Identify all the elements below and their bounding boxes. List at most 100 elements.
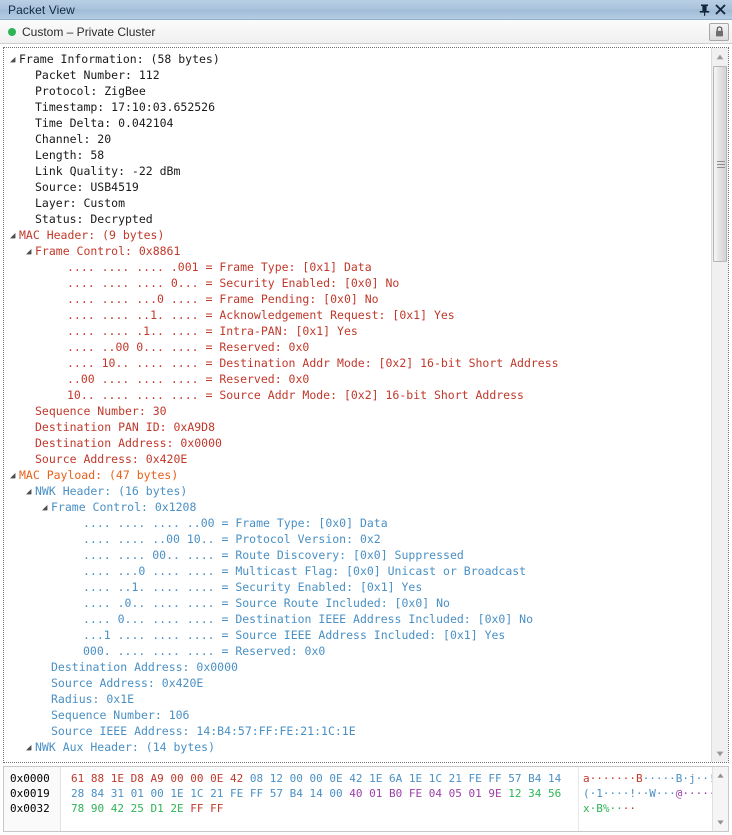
hex-byte[interactable]: 01 (469, 787, 482, 800)
hex-byte[interactable]: FE (409, 787, 422, 800)
hex-byte[interactable]: FE (230, 787, 243, 800)
hex-byte[interactable]: 1C (190, 787, 203, 800)
hex-ascii-char[interactable]: · (656, 772, 663, 785)
hex-byte[interactable]: A9 (151, 772, 164, 785)
hex-byte[interactable]: 1E (170, 787, 183, 800)
hex-ascii-char[interactable]: · (616, 772, 623, 785)
hex-dump-pane[interactable]: 0x00000x00190x0032 61 88 1E D8 A9 00 00 … (3, 766, 729, 832)
hex-byte[interactable]: 0E (329, 772, 342, 785)
expander-triangle-icon[interactable]: ◢ (10, 228, 19, 244)
hex-ascii-char[interactable]: · (603, 772, 610, 785)
hex-byte[interactable]: 00 (290, 772, 303, 785)
pin-icon[interactable] (696, 2, 712, 18)
expander-triangle-icon[interactable]: ◢ (10, 52, 19, 68)
hex-ascii-row[interactable]: a·······B·····B·j··!··W·· (583, 771, 728, 786)
packet-detail-tree[interactable]: ◢Frame Information: (58 bytes) Packet Nu… (3, 47, 729, 763)
expander-triangle-icon[interactable]: ◢ (26, 740, 35, 756)
hex-ascii-char[interactable]: · (669, 787, 676, 800)
hex-ascii-char[interactable]: · (649, 772, 656, 785)
tree-node-leaf[interactable]: .... ...0 .... .... = Multicast Flag: [0… (4, 563, 711, 579)
hex-byte[interactable]: 31 (111, 787, 124, 800)
tree-node-leaf[interactable]: .... .... .... 0... = Security Enabled: … (4, 275, 711, 291)
hex-ascii-char[interactable]: ! (629, 787, 636, 800)
tree-node-expandable[interactable]: ◢Frame Control: 0x1208 (4, 499, 711, 515)
hex-byte[interactable]: D1 (151, 802, 164, 815)
hex-byte[interactable]: FF (488, 772, 501, 785)
hex-byte[interactable]: 57 (270, 787, 283, 800)
scroll-down-arrow-icon[interactable] (713, 815, 728, 830)
tree-node-leaf[interactable]: .... 0... .... .... = Destination IEEE A… (4, 611, 711, 627)
hex-ascii-char[interactable]: % (603, 802, 610, 815)
tree-node-expandable[interactable]: ◢NWK Aux Header: (14 bytes) (4, 739, 711, 755)
expander-triangle-icon[interactable]: ◢ (26, 244, 35, 260)
hex-byte[interactable]: 00 (151, 787, 164, 800)
hex-ascii-char[interactable]: · (616, 802, 623, 815)
tree-node-leaf[interactable]: Source Address: 0x420E (4, 451, 711, 467)
tree-node-leaf[interactable]: Link Quality: -22 dBm (4, 163, 711, 179)
tree-node-leaf[interactable]: ...1 .... .... .... = Source IEEE Addres… (4, 627, 711, 643)
tree-node-leaf[interactable]: Layer: Custom (4, 195, 711, 211)
hex-ascii-char[interactable]: a (583, 772, 590, 785)
hex-byte[interactable]: 00 (329, 787, 342, 800)
hex-byte[interactable]: 88 (91, 772, 104, 785)
hex-byte[interactable]: 08 (250, 772, 263, 785)
hex-byte[interactable]: 84 (91, 787, 104, 800)
hex-ascii-char[interactable]: x (583, 802, 590, 815)
hex-byte[interactable]: FF (250, 787, 263, 800)
hex-ascii-char[interactable]: ( (583, 787, 590, 800)
tree-node-leaf[interactable]: Protocol: ZigBee (4, 83, 711, 99)
hex-ascii-char[interactable]: W (649, 787, 656, 800)
tree-node-leaf[interactable]: Length: 58 (4, 147, 711, 163)
tree-node-leaf[interactable]: Channel: 20 (4, 131, 711, 147)
hex-byte[interactable]: 2E (170, 802, 183, 815)
hex-byte[interactable]: 04 (429, 787, 442, 800)
hex-byte[interactable]: 42 (230, 772, 243, 785)
tree-node-leaf[interactable]: .... 10.. .... .... = Destination Addr M… (4, 355, 711, 371)
tree-node-leaf[interactable]: Source: USB4519 (4, 179, 711, 195)
hex-byte[interactable]: FF (190, 802, 203, 815)
hex-byte[interactable]: 57 (508, 772, 521, 785)
tree-node-leaf[interactable]: .... .... ..00 10.. = Protocol Version: … (4, 531, 711, 547)
tree-node-leaf[interactable]: Time Delta: 0.042104 (4, 115, 711, 131)
tree-node-leaf[interactable]: 10.. .... .... .... = Source Addr Mode: … (4, 387, 711, 403)
hex-ascii-row[interactable]: x·B%···· (583, 801, 728, 816)
lock-button[interactable] (709, 23, 729, 41)
hex-byte[interactable]: 42 (111, 802, 124, 815)
hex-byte[interactable]: 90 (91, 802, 104, 815)
hex-ascii-char[interactable]: · (603, 787, 610, 800)
tree-node-leaf[interactable]: Status: Decrypted (4, 211, 711, 227)
hex-byte[interactable]: 21 (210, 787, 223, 800)
tree-node-leaf[interactable]: 000. .... .... .... = Reserved: 0x0 (4, 643, 711, 659)
hex-byte[interactable]: 14 (548, 772, 561, 785)
close-icon[interactable] (712, 2, 728, 18)
hex-byte[interactable]: 01 (131, 787, 144, 800)
hex-byte[interactable]: 40 (349, 787, 362, 800)
tree-node-leaf[interactable]: Destination Address: 0x0000 (4, 435, 711, 451)
tree-node-leaf[interactable]: Sequence Number: 30 (4, 403, 711, 419)
tree-node-leaf[interactable]: .... .... ..1. .... = Acknowledgement Re… (4, 307, 711, 323)
hex-byte[interactable]: 1E (369, 772, 382, 785)
tree-node-expandable[interactable]: ◢MAC Payload: (47 bytes) (4, 467, 711, 483)
hex-byte[interactable]: 78 (71, 802, 84, 815)
hex-byte[interactable]: 61 (71, 772, 84, 785)
tree-node-leaf[interactable]: Destination PAN ID: 0xA9D8 (4, 419, 711, 435)
hex-byte-row[interactable]: 78 90 42 25 D1 2E FF FF (71, 801, 578, 816)
scroll-up-arrow-icon[interactable] (713, 768, 728, 783)
hex-byte[interactable]: FF (210, 802, 223, 815)
hex-byte[interactable]: 01 (369, 787, 382, 800)
tree-node-expandable[interactable]: ◢MAC Header: (9 bytes) (4, 227, 711, 243)
hex-byte[interactable]: B0 (389, 787, 402, 800)
hex-byte-row[interactable]: 28 84 31 01 00 1E 1C 21 FE FF 57 B4 14 0… (71, 786, 578, 801)
hex-byte[interactable]: B4 (528, 772, 541, 785)
hex-byte[interactable]: 1C (429, 772, 442, 785)
hex-byte[interactable]: 12 (270, 772, 283, 785)
hex-byte[interactable]: 34 (528, 787, 541, 800)
hex-bytes-column[interactable]: 61 88 1E D8 A9 00 00 0E 42 08 12 00 00 0… (61, 767, 578, 831)
hex-ascii-char[interactable]: · (682, 772, 689, 785)
hex-ascii-char[interactable]: B (596, 802, 603, 815)
hex-ascii-char[interactable]: j (689, 772, 696, 785)
hex-ascii-char[interactable]: · (629, 802, 636, 815)
hex-ascii-char[interactable]: · (702, 787, 709, 800)
hex-ascii-char[interactable]: · (629, 772, 636, 785)
tree-node-leaf[interactable]: .... .... 00.. .... = Route Discovery: [… (4, 547, 711, 563)
